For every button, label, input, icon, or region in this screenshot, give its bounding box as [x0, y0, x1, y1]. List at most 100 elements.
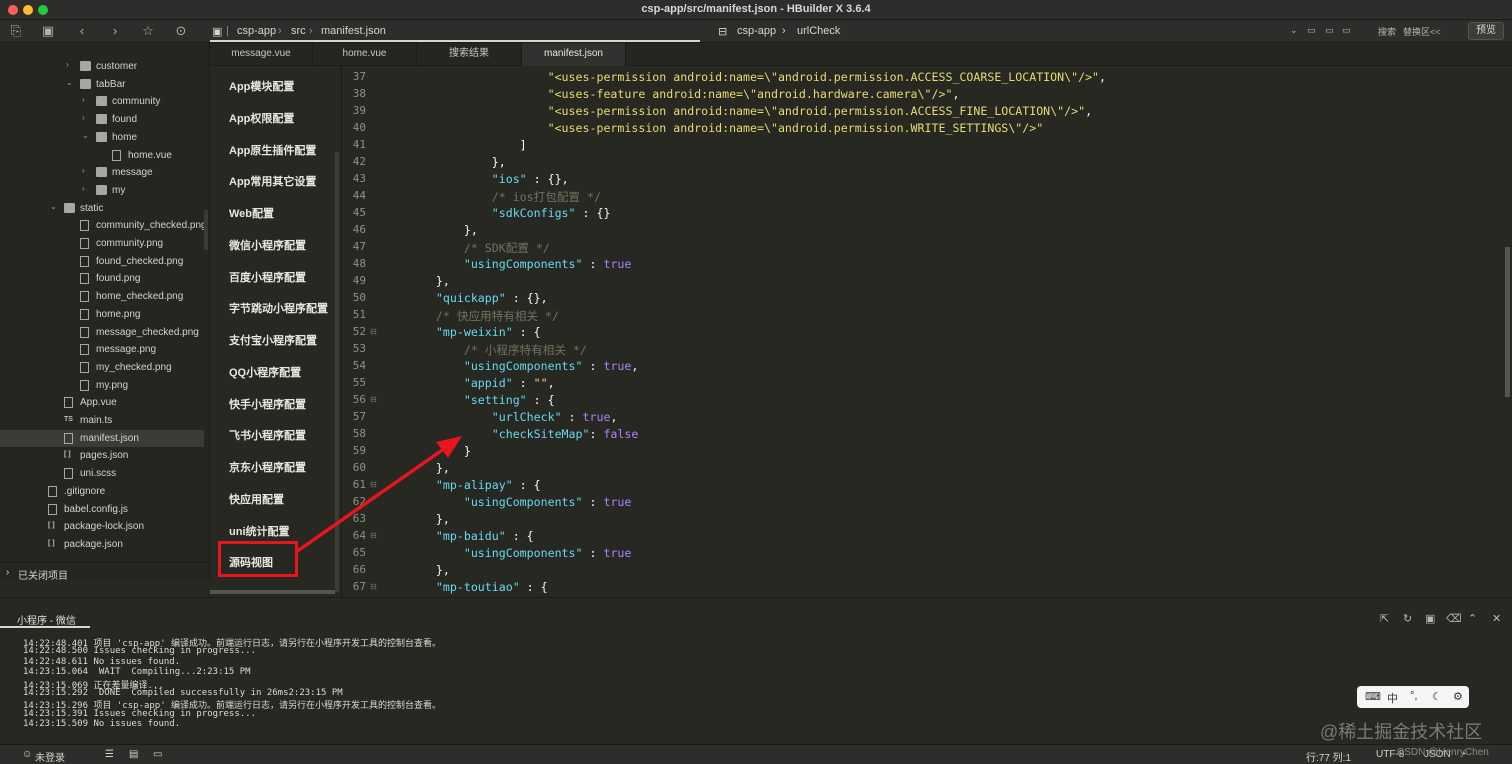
tree-item[interactable]: message.png: [0, 341, 204, 358]
tree-item[interactable]: my_checked.png: [0, 359, 204, 376]
regex-icon[interactable]: ▭: [1342, 25, 1351, 36]
gear-icon[interactable]: ⚙: [1453, 690, 1463, 703]
chevron-right-icon[interactable]: ›: [82, 95, 85, 104]
tree-item[interactable]: manifest.json: [0, 429, 204, 447]
chevron-up-icon[interactable]: ⌃: [1468, 612, 1477, 625]
tree-item[interactable]: [ ] pages.json: [0, 447, 204, 464]
restart-icon[interactable]: ↻: [1403, 612, 1412, 625]
config-nav-item[interactable]: 飞书小程序配置: [229, 427, 306, 443]
symbol-crumb-symbol[interactable]: urlCheck: [797, 25, 840, 37]
tree-item[interactable]: home.vue: [0, 147, 204, 164]
chevron-down-icon[interactable]: ⌄: [1290, 25, 1298, 36]
tree-item[interactable]: found_checked.png: [0, 253, 204, 270]
code-line[interactable]: "setting" : {: [408, 393, 555, 407]
code-line[interactable]: "<uses-permission android:name=\"android…: [408, 70, 1106, 84]
tree-item[interactable]: community.png: [0, 235, 204, 252]
breadcrumb-project[interactable]: csp-app: [237, 25, 276, 37]
config-nav-item[interactable]: App原生插件配置: [229, 142, 316, 158]
chevron-right-icon[interactable]: ›: [82, 113, 85, 122]
code-line[interactable]: "mp-weixin" : {: [408, 325, 541, 339]
tree-item[interactable]: › my: [0, 182, 204, 199]
code-line[interactable]: /* ios打包配置 */: [408, 189, 601, 205]
code-line[interactable]: "usingComponents" : true,: [408, 359, 639, 373]
preview-button[interactable]: 预览: [1468, 22, 1504, 40]
tree-item[interactable]: › message: [0, 164, 204, 181]
fold-toggle-icon[interactable]: ⊟: [370, 582, 377, 591]
moon-icon[interactable]: ☾: [1432, 690, 1442, 703]
code-line[interactable]: "usingComponents" : true: [408, 546, 632, 560]
code-line[interactable]: "usingComponents" : true: [408, 495, 632, 509]
whole-word-icon[interactable]: ▭: [1325, 25, 1334, 36]
fold-toggle-icon[interactable]: ⊟: [370, 327, 377, 336]
tree-item[interactable]: babel.config.js: [0, 501, 204, 518]
config-nav-hscrollbar[interactable]: [210, 590, 335, 594]
file-tree-scrollbar[interactable]: [204, 210, 208, 250]
chevron-down-icon[interactable]: ⌄: [82, 131, 89, 140]
tree-item[interactable]: ⌄ home: [0, 129, 204, 146]
code-line[interactable]: "mp-alipay" : {: [408, 478, 541, 492]
tree-item[interactable]: [ ] package.json: [0, 536, 204, 553]
code-line[interactable]: "<uses-permission android:name=\"android…: [408, 121, 1044, 135]
export-icon[interactable]: ⇱: [1380, 612, 1389, 625]
config-nav-item[interactable]: App模块配置: [229, 78, 294, 94]
tree-item[interactable]: home_checked.png: [0, 288, 204, 305]
code-editor[interactable]: 37 38 39 40 41 42 43 44 45 46 47 48 49 50 51 52 ⊟ 53 54 55 5…: [342, 66, 1512, 597]
config-nav-scrollbar[interactable]: [335, 152, 339, 592]
tab-1[interactable]: home.vue: [313, 43, 417, 66]
code-line[interactable]: },: [408, 563, 450, 577]
code-line[interactable]: },: [408, 223, 478, 237]
config-nav-item[interactable]: App常用其它设置: [229, 173, 316, 189]
fold-toggle-icon[interactable]: ⊟: [370, 395, 377, 404]
config-nav-item[interactable]: Web配置: [229, 205, 274, 221]
code-line[interactable]: "mp-baidu" : {: [408, 529, 534, 543]
terminal-icon[interactable]: ▭: [153, 749, 162, 760]
ime-punct[interactable]: °,: [1410, 690, 1417, 702]
code-line[interactable]: "<uses-feature android:name=\"android.ha…: [408, 87, 960, 101]
tree-item[interactable]: › found: [0, 111, 204, 128]
code-line[interactable]: },: [408, 155, 506, 169]
tree-item[interactable]: ⌄ tabBar: [0, 76, 204, 93]
code-line[interactable]: },: [408, 461, 450, 475]
star-icon[interactable]: ☆: [140, 23, 156, 39]
tree-item[interactable]: message_checked.png: [0, 324, 204, 341]
closed-projects-header[interactable]: › 已关闭项目: [0, 562, 209, 580]
tree-item[interactable]: ⌄ static: [0, 200, 204, 217]
code-line[interactable]: ]: [408, 138, 527, 152]
chevron-right-icon[interactable]: ›: [82, 184, 85, 193]
cursor-position[interactable]: 行:77 列:1: [1306, 749, 1351, 764]
editor-scrollbar[interactable]: [1505, 247, 1510, 397]
tree-item[interactable]: my.png: [0, 377, 204, 394]
tree-item[interactable]: › customer: [0, 58, 204, 75]
code-line[interactable]: "urlCheck" : true,: [408, 410, 618, 424]
close-panel-icon[interactable]: ✕: [1492, 612, 1501, 625]
code-line[interactable]: "<uses-permission android:name=\"android…: [408, 104, 1092, 118]
new-file-icon[interactable]: ⎘: [8, 23, 24, 39]
forward-icon[interactable]: ›: [107, 23, 123, 39]
message-icon[interactable]: ▤: [129, 749, 138, 760]
config-nav-item[interactable]: uni统计配置: [229, 523, 290, 539]
console-title[interactable]: 小程序 - 微信: [17, 612, 76, 627]
case-sensitive-icon[interactable]: ▭: [1307, 25, 1316, 36]
code-line[interactable]: /* 快应用特有相关 */: [408, 308, 559, 324]
config-nav-item[interactable]: App权限配置: [229, 110, 294, 126]
tree-item[interactable]: › community: [0, 93, 204, 110]
config-nav-item[interactable]: 京东小程序配置: [229, 459, 306, 475]
code-line[interactable]: "checkSiteMap": false: [408, 427, 639, 441]
code-line[interactable]: "mp-toutiao" : {: [408, 580, 548, 594]
stop-icon[interactable]: ▣: [1425, 612, 1435, 625]
code-line[interactable]: "sdkConfigs" : {}: [408, 206, 611, 220]
search-label[interactable]: 搜索: [1378, 25, 1396, 38]
code-line[interactable]: },: [408, 512, 450, 526]
config-nav-item[interactable]: QQ小程序配置: [229, 364, 301, 380]
chevron-down-icon[interactable]: ⌄: [66, 78, 73, 87]
back-icon[interactable]: ‹: [74, 23, 90, 39]
tree-item[interactable]: found.png: [0, 270, 204, 287]
tab-2[interactable]: 搜索结果: [417, 43, 522, 66]
clear-icon[interactable]: ⌫: [1446, 612, 1462, 625]
keyboard-icon[interactable]: ⌨: [1365, 690, 1381, 703]
config-nav-item[interactable]: 百度小程序配置: [229, 269, 306, 285]
symbol-crumb-project[interactable]: csp-app: [737, 25, 776, 37]
chevron-down-icon[interactable]: ⌄: [50, 202, 57, 211]
config-nav-item[interactable]: 字节跳动小程序配置: [229, 300, 328, 316]
tree-item[interactable]: [ ] package-lock.json: [0, 518, 204, 535]
